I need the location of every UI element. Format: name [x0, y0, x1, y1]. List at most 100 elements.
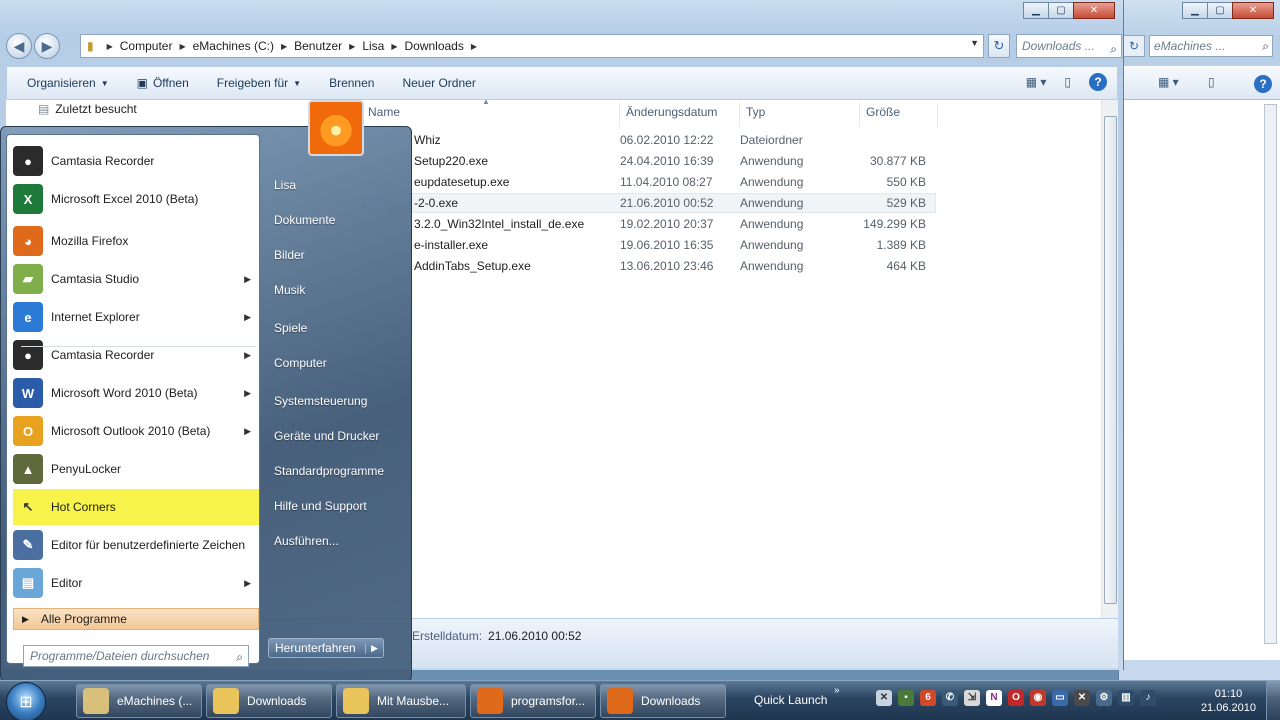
games-link[interactable]: Spiele [274, 321, 307, 335]
refresh-button[interactable]: ↻ [988, 34, 1010, 58]
chevron-double-right-icon[interactable]: » [834, 685, 840, 696]
address-bar[interactable]: ▮ ▶ Computer ▶ eMachines (C:) ▶ Benutzer… [80, 34, 984, 58]
share-button[interactable]: Freigeben für ▼ [203, 67, 315, 99]
preview-pane-icon[interactable]: ▯ [1064, 75, 1071, 89]
submenu-arrow-icon[interactable]: ▶ [244, 350, 251, 361]
tray-app-icon[interactable]: ▪ [898, 690, 914, 706]
music-link[interactable]: Musik [274, 283, 305, 297]
program-item[interactable]: ✎ Editor für benutzerdefinierte Zeichen [13, 527, 259, 563]
tray-app-icon[interactable]: ⇲ [964, 690, 980, 706]
help-support-link[interactable]: Hilfe und Support [274, 499, 367, 513]
column-date[interactable]: Änderungsdatum [620, 103, 740, 127]
user-name-link[interactable]: Lisa [274, 178, 296, 192]
maximize-button[interactable]: ▢ [1048, 2, 1074, 19]
program-item[interactable]: ● Camtasia Recorder ▶ [13, 337, 259, 373]
taskbar-button[interactable]: eMachines (... [76, 684, 202, 718]
run-link[interactable]: Ausführen... [274, 534, 339, 548]
file-row[interactable]: AddinTabs_Setup.exe 13.06.2010 23:46 Anw… [362, 256, 936, 276]
program-item[interactable]: ▲ PenyuLocker [13, 451, 259, 487]
opera-tray-icon[interactable]: O [1008, 690, 1024, 706]
taskbar-button[interactable]: Downloads [600, 684, 726, 718]
program-item[interactable]: W Microsoft Word 2010 (Beta) ▶ [13, 375, 259, 411]
taskbar-button[interactable]: programsfor... [470, 684, 596, 718]
scrollbar[interactable] [1264, 104, 1277, 644]
show-desktop-button[interactable] [1266, 681, 1280, 720]
back-button[interactable]: ◀ [6, 33, 32, 59]
file-row[interactable]: 3.2.0_Win32Intel_install_de.exe 19.02.20… [362, 214, 936, 234]
breadcrumb-drive[interactable]: eMachines (C:) [193, 39, 274, 53]
pictures-link[interactable]: Bilder [274, 248, 305, 262]
program-item[interactable]: ▰ Camtasia Studio ▶ [13, 261, 259, 297]
views-icon[interactable]: ▦ ▾ [1158, 75, 1179, 89]
tray-app-icon[interactable]: ✕ [1074, 690, 1090, 706]
quick-launch[interactable]: Quick Launch » [754, 685, 840, 707]
minimize-button[interactable]: ▁ [1182, 2, 1208, 19]
organize-button[interactable]: Organisieren ▼ [7, 67, 123, 99]
file-row[interactable]: e-installer.exe 19.06.2010 16:35 Anwendu… [362, 235, 936, 255]
shutdown-button[interactable]: Herunterfahren ▶ [268, 638, 384, 658]
breadcrumb-downloads[interactable]: Downloads [404, 39, 463, 53]
tray-app-icon[interactable]: 6 [920, 690, 936, 706]
submenu-arrow-icon[interactable]: ▶ [244, 578, 251, 589]
open-button[interactable]: ▣ Öffnen [123, 67, 203, 99]
views-icon[interactable]: ▦ ▾ [1026, 75, 1047, 89]
program-item[interactable]: ▤ Editor ▶ [13, 565, 259, 601]
file-row[interactable]: Setup220.exe 24.04.2010 16:39 Anwendung … [362, 151, 936, 171]
tray-app-icon[interactable]: ✕ [876, 690, 892, 706]
search-input[interactable]: Downloads ... ⌕ [1016, 34, 1122, 58]
submenu-arrow-icon[interactable]: ▶ [244, 274, 251, 285]
new-folder-button[interactable]: Neuer Ordner [388, 67, 489, 99]
shutdown-options-icon[interactable]: ▶ [365, 642, 383, 654]
help-icon[interactable]: ? [1089, 73, 1107, 91]
clock[interactable]: 01:10 21.06.2010 [1201, 687, 1256, 715]
tray-app-icon[interactable]: ⚙ [1096, 690, 1112, 706]
taskbar-button[interactable]: Mit Mausbe... [336, 684, 466, 718]
tray-app-icon[interactable]: ◉ [1030, 690, 1046, 706]
column-size[interactable]: Größe [860, 103, 938, 127]
volume-icon[interactable]: ♪ [1140, 690, 1156, 706]
submenu-arrow-icon[interactable]: ▶ [244, 426, 251, 437]
maximize-button[interactable]: ▢ [1207, 2, 1233, 19]
scrollbar-thumb[interactable] [1104, 116, 1117, 604]
breadcrumb-users[interactable]: Benutzer [294, 39, 342, 53]
user-picture[interactable] [308, 100, 364, 156]
burn-button[interactable]: Brennen [315, 67, 388, 99]
breadcrumb-computer[interactable]: Computer [120, 39, 173, 53]
help-icon[interactable]: ? [1254, 75, 1272, 93]
devices-printers-link[interactable]: Geräte und Drucker [274, 429, 379, 443]
taskbar-button[interactable]: Downloads [206, 684, 332, 718]
program-item[interactable]: e Internet Explorer ▶ [13, 299, 259, 335]
documents-link[interactable]: Dokumente [274, 213, 335, 227]
tray-app-icon[interactable]: ▭ [1052, 690, 1068, 706]
program-item[interactable]: ● Camtasia Recorder [13, 143, 259, 179]
control-panel-link[interactable]: Systemsteuerung [274, 394, 367, 408]
close-button[interactable]: ✕ [1232, 2, 1274, 19]
program-item[interactable]: ◕ Mozilla Firefox [13, 223, 259, 259]
tray-app-icon[interactable]: ✆ [942, 690, 958, 706]
column-name[interactable]: Name [362, 103, 620, 127]
submenu-arrow-icon[interactable]: ▶ [244, 388, 251, 399]
start-search-input[interactable]: Programme/Dateien durchsuchen ⌕ [23, 645, 249, 667]
program-item[interactable]: X Microsoft Excel 2010 (Beta) [13, 181, 259, 217]
file-row[interactable]: Whiz 06.02.2010 12:22 Dateiordner [362, 130, 936, 150]
close-button[interactable]: ✕ [1073, 2, 1115, 19]
all-programs-button[interactable]: ▶ Alle Programme [13, 608, 259, 630]
file-row[interactable]: eupdatesetup.exe 11.04.2010 08:27 Anwend… [362, 172, 936, 192]
network-icon[interactable]: ▥ [1118, 690, 1134, 706]
preview-pane-icon[interactable]: ▯ [1208, 75, 1215, 89]
minimize-button[interactable]: ▁ [1023, 2, 1049, 19]
default-programs-link[interactable]: Standardprogramme [274, 464, 384, 478]
forward-button[interactable]: ▶ [34, 33, 60, 59]
nav-recent-places[interactable]: ▤ Zuletzt besucht [38, 102, 137, 116]
column-type[interactable]: Typ [740, 103, 860, 127]
file-row-selected[interactable]: -2-0.exe 21.06.2010 00:52 Anwendung 529 … [362, 193, 936, 213]
search-input[interactable]: eMachines ... ⌕ [1149, 35, 1273, 57]
program-item[interactable]: ↖ Hot Corners [13, 489, 259, 525]
chevron-down-icon[interactable]: ▼ [970, 38, 979, 48]
submenu-arrow-icon[interactable]: ▶ [244, 312, 251, 323]
computer-link[interactable]: Computer [274, 356, 327, 370]
program-item[interactable]: O Microsoft Outlook 2010 (Beta) ▶ [13, 413, 259, 449]
start-button[interactable]: ⊞ [6, 682, 46, 720]
breadcrumb-lisa[interactable]: Lisa [362, 39, 384, 53]
vertical-scrollbar[interactable] [1101, 100, 1118, 618]
